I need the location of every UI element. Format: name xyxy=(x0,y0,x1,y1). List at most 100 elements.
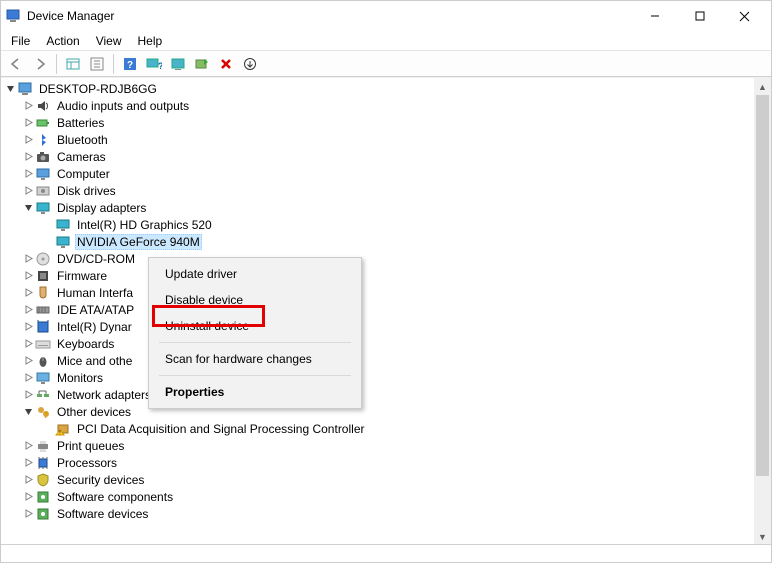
forward-button[interactable] xyxy=(29,53,51,75)
tree-node[interactable]: Cameras xyxy=(3,148,771,165)
tree-node[interactable]: Batteries xyxy=(3,114,771,131)
context-menu-item-properties[interactable]: Properties xyxy=(151,379,359,405)
scroll-down-arrow[interactable]: ▼ xyxy=(754,528,771,545)
chevron-down-icon[interactable] xyxy=(21,201,35,215)
other-icon: ? xyxy=(35,404,51,420)
chevron-right-icon[interactable] xyxy=(21,286,35,300)
tree-node[interactable]: Intel(R) HD Graphics 520 xyxy=(3,216,771,233)
tree-node-label: DESKTOP-RDJB6GG xyxy=(37,82,159,96)
audio-icon xyxy=(35,98,51,114)
maximize-button[interactable] xyxy=(677,2,722,31)
keyboard-icon xyxy=(35,336,51,352)
tree-node[interactable]: ?Other devices xyxy=(3,403,771,420)
chevron-right-icon[interactable] xyxy=(21,337,35,351)
context-menu-item-disable-device[interactable]: Disable device xyxy=(151,287,359,313)
install-legacy-button[interactable] xyxy=(239,53,261,75)
tree-node[interactable]: Keyboards xyxy=(3,335,771,352)
tree-node[interactable]: Security devices xyxy=(3,471,771,488)
network-icon xyxy=(35,387,51,403)
chevron-right-icon[interactable] xyxy=(21,303,35,317)
tree-node[interactable]: Monitors xyxy=(3,369,771,386)
chevron-right-icon[interactable] xyxy=(21,133,35,147)
chevron-right-icon[interactable] xyxy=(21,371,35,385)
chevron-right-icon[interactable] xyxy=(21,473,35,487)
vertical-scrollbar[interactable]: ▲ ▼ xyxy=(754,78,771,545)
tree-node-label: Computer xyxy=(55,167,112,181)
tree-node[interactable]: Software devices xyxy=(3,505,771,522)
chevron-right-icon[interactable] xyxy=(21,167,35,181)
tree-expander-empty xyxy=(41,218,55,232)
tree-node-label: Processors xyxy=(55,456,119,470)
computer-icon xyxy=(17,81,33,97)
menu-help[interactable]: Help xyxy=(130,32,171,50)
window-controls xyxy=(632,2,767,31)
tree-node[interactable]: Print queues xyxy=(3,437,771,454)
tree-node-label: Cameras xyxy=(55,150,108,164)
tree-node[interactable]: !PCI Data Acquisition and Signal Process… xyxy=(3,420,771,437)
scroll-up-arrow[interactable]: ▲ xyxy=(754,78,771,95)
chevron-right-icon[interactable] xyxy=(21,269,35,283)
tree-node[interactable]: Intel(R) Dynar xyxy=(3,318,771,335)
device-tree[interactable]: DESKTOP-RDJB6GGAudio inputs and outputsB… xyxy=(1,78,771,545)
toolbar-separator xyxy=(113,54,114,74)
chevron-right-icon[interactable] xyxy=(21,439,35,453)
help-button[interactable]: ? xyxy=(119,53,141,75)
print-icon xyxy=(35,438,51,454)
software-icon xyxy=(35,506,51,522)
tree-node[interactable]: Software components xyxy=(3,488,771,505)
chevron-right-icon[interactable] xyxy=(21,99,35,113)
tree-node[interactable]: Processors xyxy=(3,454,771,471)
tree-node[interactable]: Display adapters xyxy=(3,199,771,216)
tree-node[interactable]: Network adapters xyxy=(3,386,771,403)
chevron-right-icon[interactable] xyxy=(21,388,35,402)
menu-view[interactable]: View xyxy=(88,32,130,50)
tree-node-label: Network adapters xyxy=(55,388,153,402)
disable-device-button[interactable] xyxy=(167,53,189,75)
scroll-thumb[interactable] xyxy=(756,95,769,476)
close-button[interactable] xyxy=(722,2,767,31)
tree-node[interactable]: NVIDIA GeForce 940M xyxy=(3,233,771,250)
chevron-right-icon[interactable] xyxy=(21,320,35,334)
show-hide-console-button[interactable] xyxy=(62,53,84,75)
context-menu-item-update-driver[interactable]: Update driver xyxy=(151,261,359,287)
tree-node[interactable]: Audio inputs and outputs xyxy=(3,97,771,114)
context-menu-separator xyxy=(159,375,351,376)
tree-node[interactable]: DVD/CD-ROM xyxy=(3,250,771,267)
chevron-down-icon[interactable] xyxy=(21,405,35,419)
chevron-right-icon[interactable] xyxy=(21,354,35,368)
chevron-right-icon[interactable] xyxy=(21,252,35,266)
tree-node[interactable]: Bluetooth xyxy=(3,131,771,148)
menu-action[interactable]: Action xyxy=(38,32,87,50)
context-menu-item-uninstall-device[interactable]: Uninstall device xyxy=(151,313,359,339)
chevron-right-icon[interactable] xyxy=(21,184,35,198)
tree-node-label: DVD/CD-ROM xyxy=(55,252,137,266)
tree-node[interactable]: Computer xyxy=(3,165,771,182)
minimize-button[interactable] xyxy=(632,2,677,31)
tree-node[interactable]: DESKTOP-RDJB6GG xyxy=(3,80,771,97)
tree-node-label: Disk drives xyxy=(55,184,118,198)
tree-node-label: PCI Data Acquisition and Signal Processi… xyxy=(75,422,366,436)
chevron-right-icon[interactable] xyxy=(21,116,35,130)
chevron-right-icon[interactable] xyxy=(21,150,35,164)
menu-file[interactable]: File xyxy=(3,32,38,50)
chevron-down-icon[interactable] xyxy=(3,82,17,96)
chevron-right-icon[interactable] xyxy=(21,507,35,521)
scroll-track[interactable] xyxy=(754,95,771,528)
back-button[interactable] xyxy=(5,53,27,75)
tree-node-label: Security devices xyxy=(55,473,146,487)
ide-icon xyxy=(35,302,51,318)
tree-node[interactable]: Firmware xyxy=(3,267,771,284)
tree-node[interactable]: Human Interfa xyxy=(3,284,771,301)
menubar: File Action View Help xyxy=(1,31,771,51)
chevron-right-icon[interactable] xyxy=(21,456,35,470)
uninstall-device-button[interactable] xyxy=(215,53,237,75)
properties-button[interactable] xyxy=(86,53,108,75)
tree-node[interactable]: Mice and othe xyxy=(3,352,771,369)
security-icon xyxy=(35,472,51,488)
tree-node[interactable]: Disk drives xyxy=(3,182,771,199)
context-menu-item-scan-for-hardware-changes[interactable]: Scan for hardware changes xyxy=(151,346,359,372)
chevron-right-icon[interactable] xyxy=(21,490,35,504)
tree-node[interactable]: IDE ATA/ATAP xyxy=(3,301,771,318)
update-driver-button[interactable]: ? xyxy=(143,53,165,75)
scan-for-changes-button[interactable] xyxy=(191,53,213,75)
